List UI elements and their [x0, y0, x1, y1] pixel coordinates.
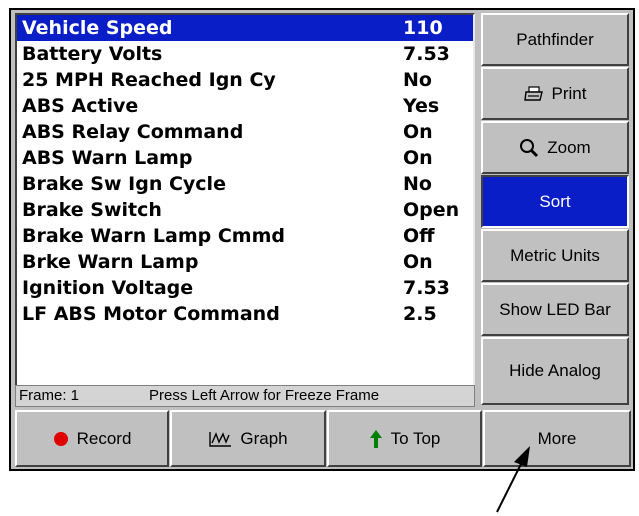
callout-arrow: [496, 446, 530, 513]
